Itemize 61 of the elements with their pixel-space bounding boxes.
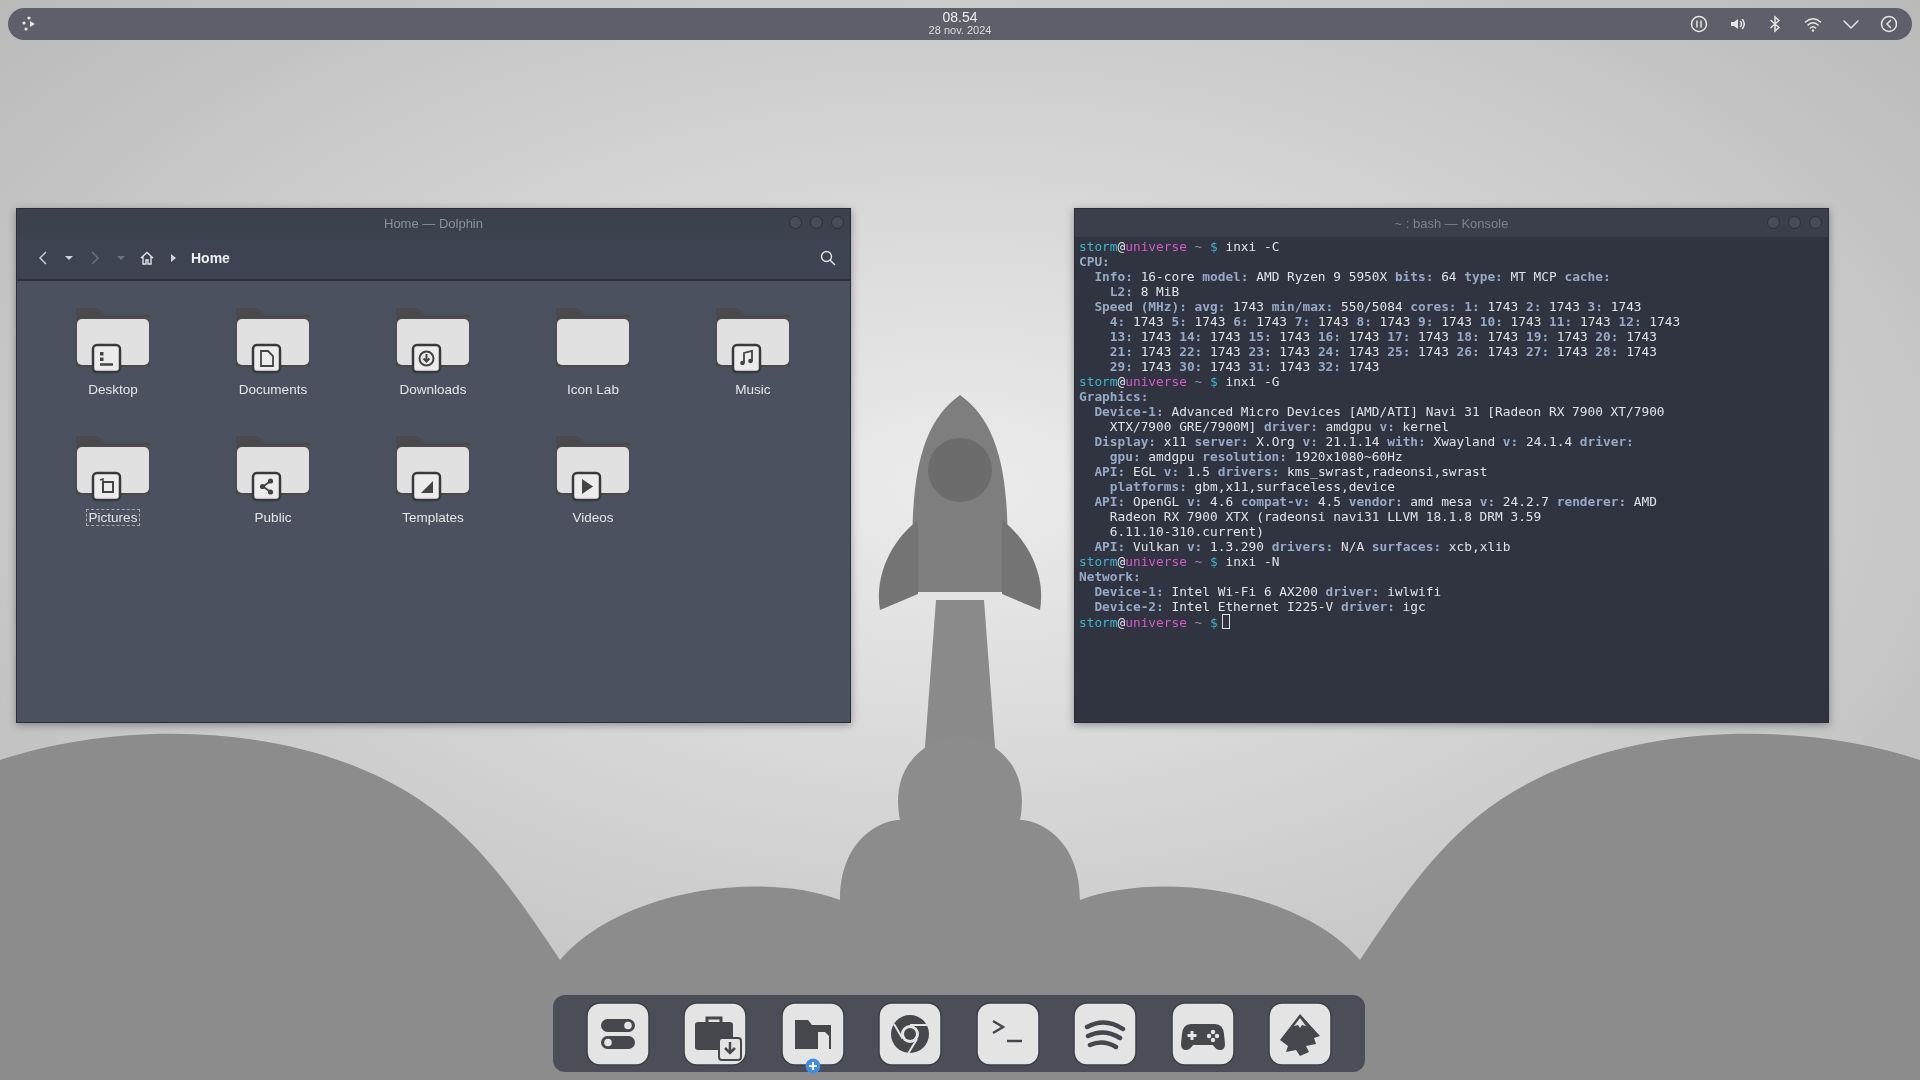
output-line: 4: 1743 5: 1743 6: 1743 7: 1743 8: 1743 9: 1743 10: 1743 11: 1743 12: 1743: [1109, 314, 1681, 329]
briefcase-icon: [683, 1001, 748, 1066]
window-title: Home — Dolphin: [384, 215, 483, 231]
wifi-icon[interactable]: [1804, 15, 1822, 33]
output-line: Display: x11 server: X.Org v: 21.1.14 with: Xwayland v: 24.1.4 driver:: [1094, 434, 1634, 449]
folder-label[interactable]: Icon Lab: [564, 381, 622, 398]
output-line: API: EGL v: 1.5 drivers: kms_swrast,radeonsi,swrast: [1094, 464, 1488, 479]
prompt-line: storm@universe ~ $ inxi -G: [1079, 374, 1280, 389]
output-line: L2: 8 MiB: [1109, 284, 1180, 299]
output-line: Radeon RX 7900 XTX (radeonsi navi31 LLVM 18.1.8 DRM 3.59: [1109, 509, 1542, 524]
output-line: 13: 1743 14: 1743 15: 1743 16: 1743 17: 1743 18: 1743 19: 1743 20: 1743: [1109, 329, 1657, 344]
gamepad-icon: [1170, 1001, 1235, 1066]
folder-label[interactable]: Desktop: [85, 381, 141, 398]
folder-label[interactable]: Public: [251, 509, 295, 526]
dock-item[interactable]: [780, 1001, 845, 1066]
output-line: Graphics:: [1079, 389, 1149, 404]
folder-label[interactable]: Pictures: [85, 509, 141, 526]
folder-label[interactable]: Templates: [399, 509, 467, 526]
dock-item[interactable]: [1073, 1001, 1138, 1066]
folder-label[interactable]: Videos: [569, 509, 617, 526]
output-line: Device-2: Intel Ethernet I225-V driver: igc: [1094, 599, 1426, 614]
folder-label[interactable]: Downloads: [396, 381, 470, 398]
clock-time: 08.54: [942, 11, 978, 24]
output-line: gpu: amdgpu resolution: 1920x1080~60Hz: [1109, 449, 1403, 464]
output-line: 29: 1743 30: 1743 31: 1743 32: 1743: [1109, 359, 1380, 374]
waves-icon: [1073, 1001, 1138, 1066]
breadcrumb-item[interactable]: Home: [191, 250, 230, 266]
prompt-line: storm@universe ~ $ inxi -N: [1079, 554, 1280, 569]
output-line: API: Vulkan v: 1.3.290 drivers: N/A surfaces: xcb,xlib: [1094, 539, 1511, 554]
back-circle-icon[interactable]: [1880, 15, 1898, 33]
home-icon[interactable]: [139, 250, 155, 266]
media-pause-icon[interactable]: [1690, 15, 1708, 33]
folder-label[interactable]: Documents: [235, 381, 311, 398]
output-line: platforms: gbm,x11,surfaceless,device: [1109, 479, 1395, 494]
window-title: ~ : bash — Konsole: [1394, 215, 1509, 231]
output-line: Info: 16-core model: AMD Ryzen 9 5950X bits: 64 type: MT MCP cache:: [1094, 269, 1611, 284]
output-line: XTX/7900 GRE/7900M] driver: amdgpu v: kernel: [1109, 419, 1449, 434]
dock-item[interactable]: [1170, 1001, 1235, 1066]
dock-item[interactable]: [878, 1001, 943, 1066]
output-line: Network:: [1079, 569, 1141, 584]
mountain-icon: [1268, 1001, 1333, 1066]
output-line: 21: 1743 22: 1743 23: 1743 24: 1743 25: 1743 26: 1743 27: 1743 28: 1743: [1109, 344, 1657, 359]
output-line: API: OpenGL v: 4.6 compat-v: 4.5 vendor: amd mesa v: 24.2.7 renderer: AMD: [1094, 494, 1657, 509]
prompt-line: storm@universe ~ $ inxi -C: [1079, 239, 1280, 254]
terminal-icon: [975, 1001, 1040, 1066]
search-icon[interactable]: [820, 250, 836, 266]
toggle-icon: [585, 1001, 650, 1066]
output-line: Device-1: Advanced Micro Devices [AMD/ATI] Navi 31 [Radeon RX 7900 XT/7900: [1094, 404, 1665, 419]
browser-icon: [878, 1001, 943, 1066]
folder-label[interactable]: Music: [732, 381, 774, 398]
output-line: Speed (MHz): avg: 1743 min/max: 550/5084 cores: 1: 1743 2: 1743 3: 1743: [1094, 299, 1642, 314]
clock-date: 28 nov. 2024: [928, 24, 992, 37]
prompt-line: storm@universe ~ $: [1079, 614, 1231, 630]
output-line: Device-1: Intel Wi-Fi 6 AX200 driver: iwlwifi: [1094, 584, 1442, 599]
folder-icon: [780, 1001, 845, 1066]
output-line: CPU:: [1079, 254, 1110, 269]
dock-item[interactable]: [585, 1001, 650, 1066]
dock-item[interactable]: [1268, 1001, 1333, 1066]
output-line: 6.11.10-310.current): [1109, 524, 1264, 539]
dock-item[interactable]: [683, 1001, 748, 1066]
dock-item[interactable]: [975, 1001, 1040, 1066]
